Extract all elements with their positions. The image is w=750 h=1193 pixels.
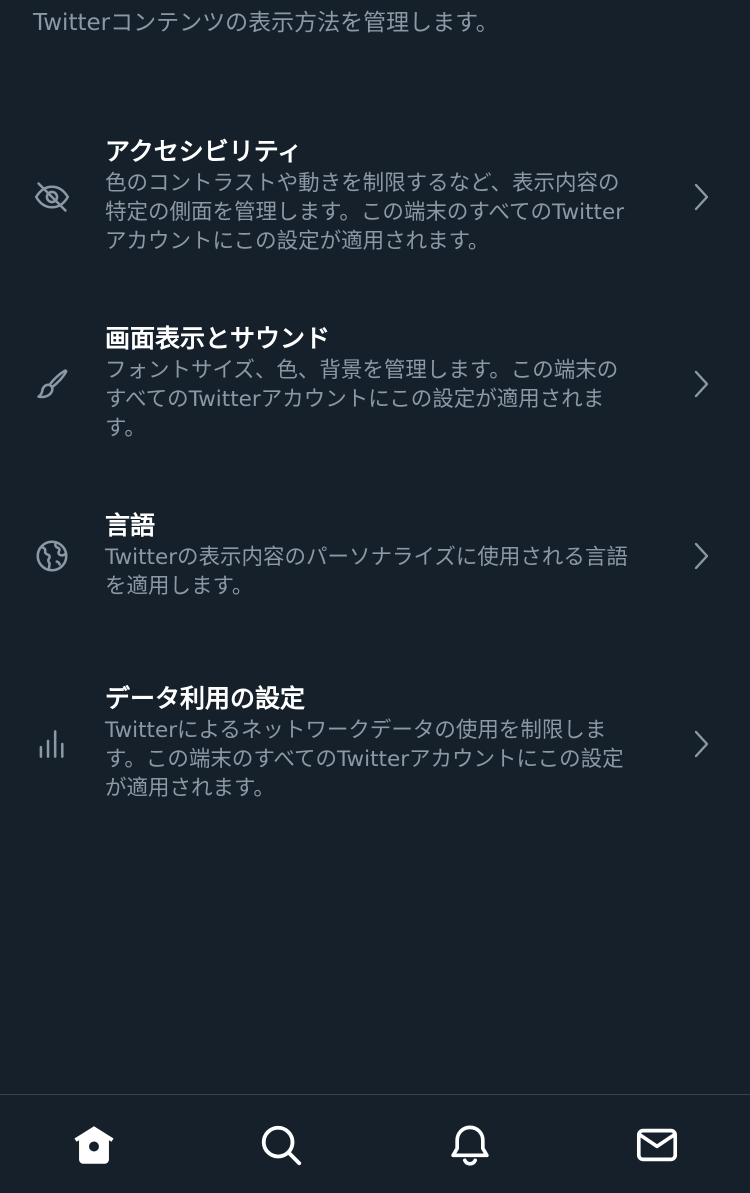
chevron-right-icon [688,539,714,573]
globe-icon [33,537,71,575]
tab-home[interactable] [70,1121,118,1169]
tab-search[interactable] [257,1121,305,1169]
chevron-right-icon [688,180,714,214]
chevron-right-icon [688,727,714,761]
tab-notifications[interactable] [446,1121,494,1169]
bar-chart-icon [33,725,71,763]
search-icon [261,1125,302,1166]
bottom-tab-bar [0,1094,750,1193]
settings-item-description: Twitterによるネットワークデータの使用を制限しま す。この端末のすべてのT… [105,718,624,801]
home-icon [74,1126,114,1164]
settings-item-title: データ利用の設定 [105,684,306,713]
eye-slash-icon [33,178,71,216]
bell-icon [451,1125,489,1166]
settings-item-title: 言語 [105,511,156,540]
chevron-right-icon [688,367,714,401]
settings-item-title: 画面表示とサウンド [105,324,331,353]
settings-item-title: アクセシビリティ [105,137,303,166]
settings-item-description: フォントサイズ、色、背景を管理します。この端末の すべてのTwitterアカウン… [105,358,619,441]
settings-page: Twitterコンテンツの表示方法を管理します。 アクセシビリティ 色のコントラ… [0,0,750,1193]
settings-item-data-usage[interactable]: データ利用の設定 Twitterによるネットワークデータの使用を制限しま す。こ… [0,683,750,813]
settings-item-description: 色のコントラストや動きを制限するなど、表示内容の 特定の側面を管理します。この端… [105,171,625,254]
settings-item-display-and-sound[interactable]: 画面表示とサウンド フォントサイズ、色、背景を管理します。この端末の すべてのT… [0,323,750,453]
paintbrush-icon [33,365,71,403]
page-description: Twitterコンテンツの表示方法を管理します。 [33,10,499,36]
settings-item-accessibility[interactable]: アクセシビリティ 色のコントラストや動きを制限するなど、表示内容の 特定の側面を… [0,136,750,266]
tab-messages[interactable] [633,1121,681,1169]
settings-item-description: Twitterの表示内容のパーソナライズに使用される言語 を適用します。 [105,545,628,599]
settings-item-languages[interactable]: 言語 Twitterの表示内容のパーソナライズに使用される言語 を適用します。 [0,510,750,610]
mail-icon [636,1128,678,1162]
